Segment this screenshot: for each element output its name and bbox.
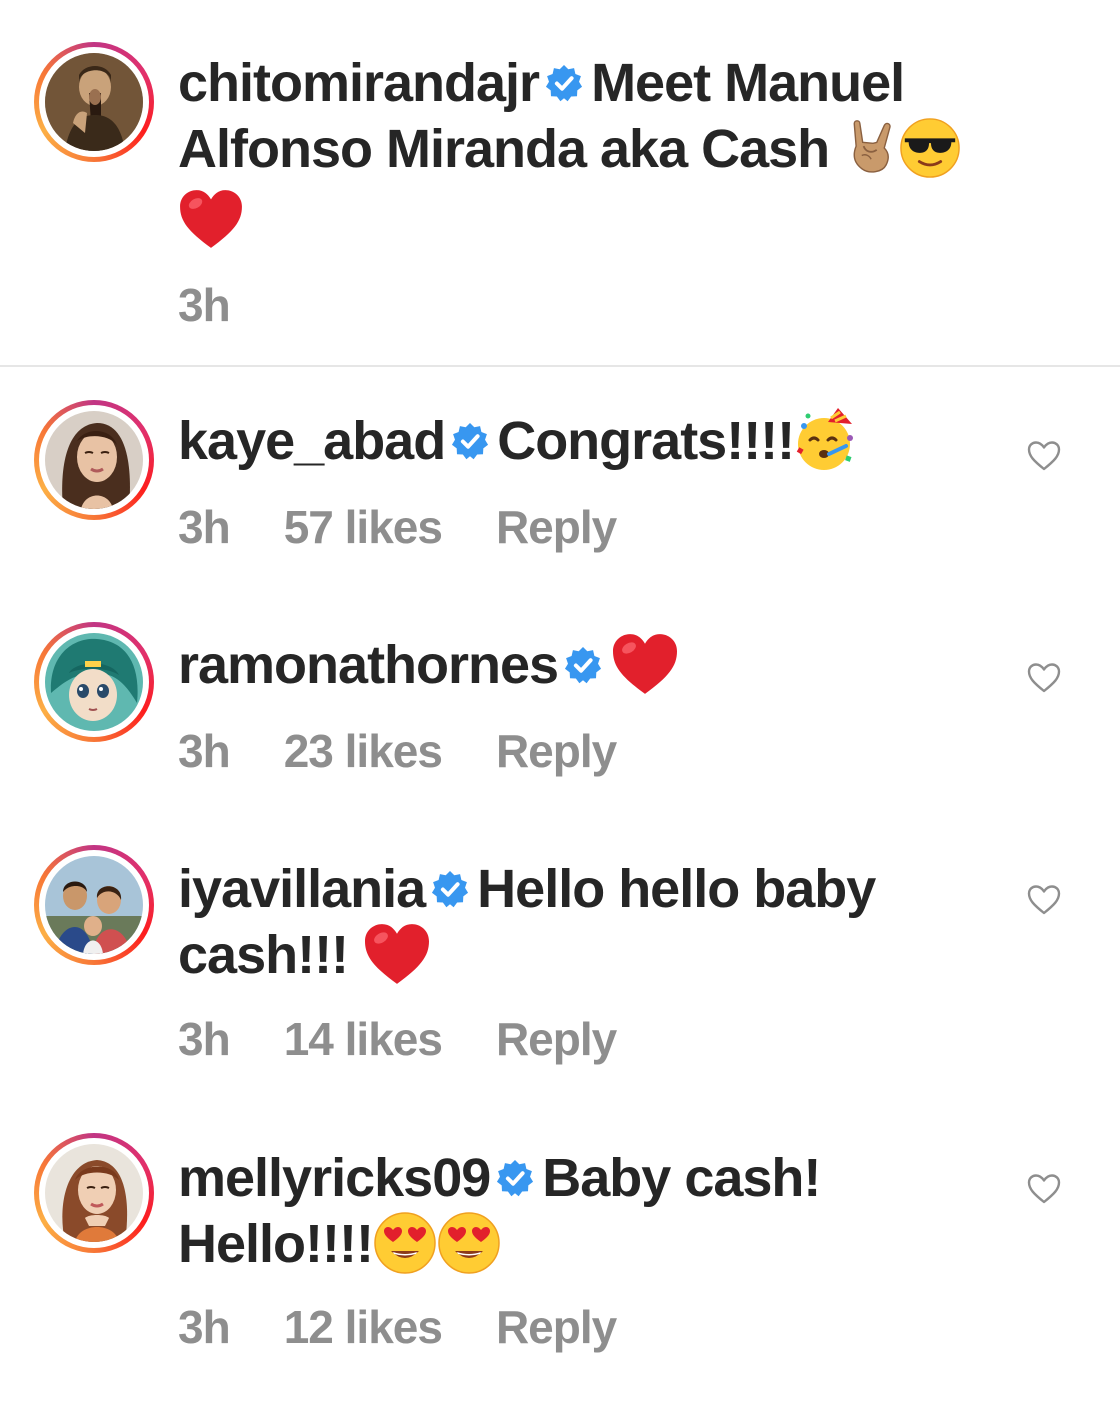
comment-meta: 3h 57 likes Reply [178,500,617,554]
comment-meta: 3h 12 likes Reply [178,1300,617,1354]
comment-meta: 3h 14 likes Reply [178,1012,617,1066]
verified-badge-icon [496,1159,534,1197]
horns-hand-emoji [843,118,903,178]
verified-badge-icon [545,64,583,102]
comment-text-block: kaye_abad Congrats!!!! [178,408,1008,474]
heart-emoji [610,632,680,696]
comment-text-block: ramonathornes [178,632,1008,698]
heart-emoji [362,922,432,986]
avatar[interactable] [34,42,154,162]
caption-meta: 3h [178,278,231,332]
like-heart-icon[interactable] [1026,662,1062,694]
timestamp[interactable]: 3h [178,500,231,554]
username[interactable]: mellyricks09 [178,1148,491,1208]
party-face-emoji [794,408,858,472]
username[interactable]: chitomirandajr [178,53,540,113]
avatar[interactable] [34,1133,154,1253]
comment-meta: 3h 23 likes Reply [178,724,617,778]
comment-text-block: iyavillania Hello hello baby cash!!! [178,856,1008,988]
username[interactable]: iyavillania [178,859,426,919]
reply-button[interactable]: Reply [496,1300,617,1354]
heart-eyes-emoji [373,1211,437,1275]
avatar[interactable] [34,622,154,742]
verified-badge-icon [451,422,489,460]
reply-button[interactable]: Reply [496,724,617,778]
username[interactable]: ramonathornes [178,635,559,695]
comment-text-block: mellyricks09 Baby cash! Hello!!!! [178,1145,1008,1277]
likes-count[interactable]: 12 likes [284,1300,443,1354]
reply-button[interactable]: Reply [496,500,617,554]
heart-emoji [178,188,244,250]
caption-text-block: chitomirandajr Meet Manuel Alfonso Mirand… [178,50,1008,250]
divider [0,365,1120,367]
verified-badge-icon [564,646,602,684]
username[interactable]: kaye_abad [178,411,446,471]
like-heart-icon[interactable] [1026,884,1062,916]
likes-count[interactable]: 14 likes [284,1012,443,1066]
timestamp[interactable]: 3h [178,724,231,778]
verified-badge-icon [431,870,469,908]
avatar[interactable] [34,400,154,520]
reply-button[interactable]: Reply [496,1012,617,1066]
timestamp[interactable]: 3h [178,1012,231,1066]
likes-count[interactable]: 57 likes [284,500,443,554]
timestamp[interactable]: 3h [178,1300,231,1354]
heart-eyes-emoji [437,1211,501,1275]
like-heart-icon[interactable] [1026,440,1062,472]
comment-text: Congrats!!!! [497,411,795,471]
avatar[interactable] [34,845,154,965]
timestamp[interactable]: 3h [178,278,231,332]
sunglasses-emoji [899,117,961,179]
like-heart-icon[interactable] [1026,1173,1062,1205]
likes-count[interactable]: 23 likes [284,724,443,778]
